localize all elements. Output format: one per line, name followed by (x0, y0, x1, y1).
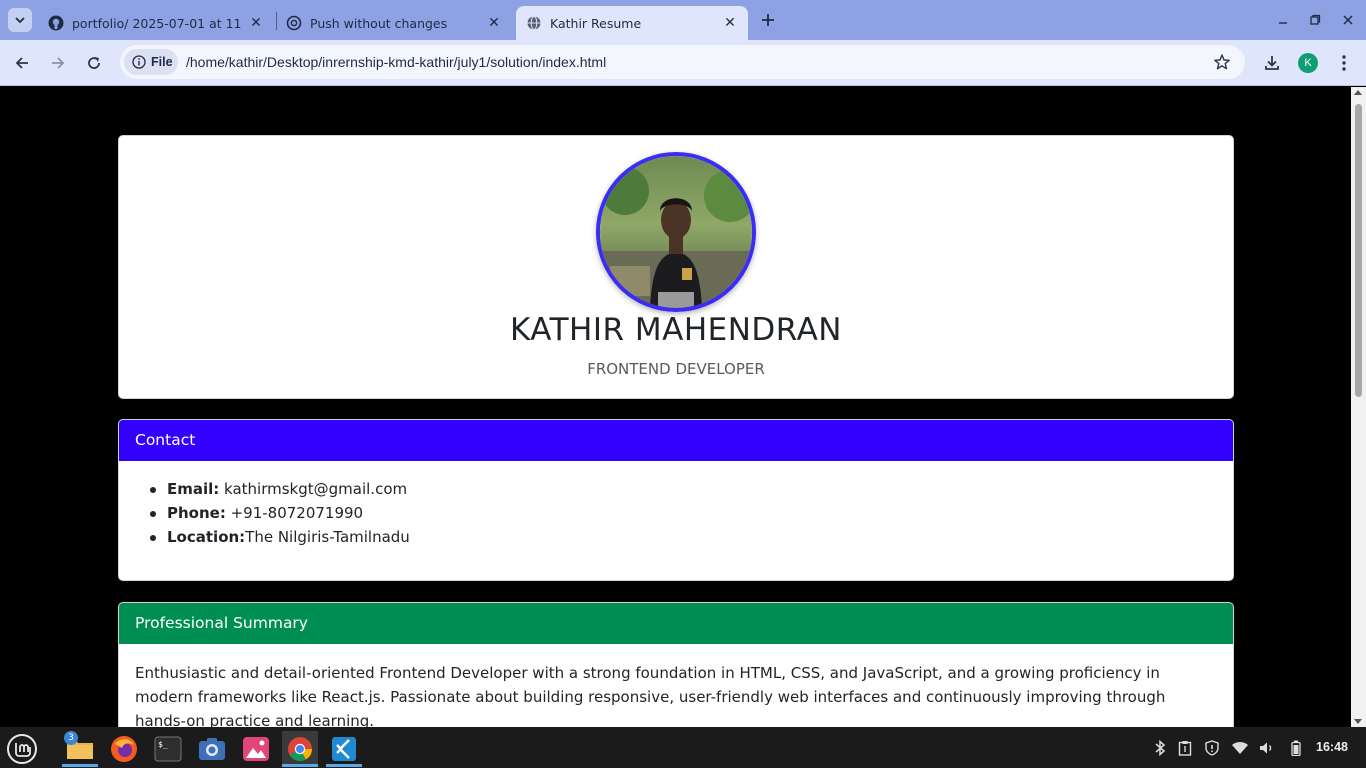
site-info-chip[interactable]: File (124, 49, 178, 75)
forward-button[interactable] (46, 51, 70, 75)
chevron-down-icon (15, 17, 25, 24)
tab-search-button[interactable] (8, 8, 32, 32)
github-icon (48, 15, 64, 31)
clipboard-icon[interactable] (1176, 739, 1194, 757)
summary-heading: Professional Summary (119, 603, 1233, 644)
summary-card: Professional Summary Enthusiastic and de… (118, 602, 1234, 727)
tab-title: portfolio/ 2025-07-01 at 11.3 (72, 15, 242, 31)
taskbar-firefox[interactable] (106, 731, 142, 767)
maximize-button[interactable] (1305, 10, 1325, 30)
camera-icon (199, 738, 225, 760)
shield-icon[interactable] (1203, 739, 1221, 757)
tab-kathir-resume[interactable]: Kathir Resume ✕ (516, 6, 748, 40)
address-bar[interactable]: File /home/kathir/Desktop/inrernship-kmd… (120, 45, 1245, 79)
site-info-label: File (151, 55, 173, 69)
taskbar-screenshot[interactable] (194, 731, 230, 767)
summary-text: Enthusiastic and detail-oriented Fronten… (135, 664, 1166, 727)
close-window-button[interactable] (1338, 10, 1358, 30)
page-scrollbar[interactable] (1351, 87, 1366, 727)
url-text[interactable]: /home/kathir/Desktop/inrernship-kmd-kath… (186, 54, 606, 70)
reload-icon (88, 57, 100, 69)
taskbar-image-viewer[interactable] (238, 731, 274, 767)
bluetooth-icon[interactable] (1151, 739, 1169, 757)
image-viewer-icon (243, 737, 269, 761)
globe-icon (526, 15, 542, 31)
contact-email: Email: kathirmskgt@gmail.com (150, 480, 1233, 504)
menu-button[interactable] (1332, 51, 1356, 75)
minimize-button[interactable] (1273, 10, 1293, 30)
chrome-icon (288, 737, 312, 762)
profile-photo (596, 152, 756, 312)
tab-push-without-changes[interactable]: Push without changes ✕ (276, 6, 512, 40)
new-tab-button[interactable] (758, 10, 778, 30)
back-button[interactable] (10, 51, 34, 75)
scroll-down-arrow-icon[interactable] (1354, 719, 1362, 724)
downloads-button[interactable] (1260, 51, 1284, 75)
terminal-icon: $_ (154, 736, 182, 762)
reload-button[interactable] (82, 51, 106, 75)
contact-phone: Phone: +91-8072071990 (150, 504, 1233, 528)
download-icon (1265, 56, 1279, 70)
taskbar-vscode[interactable] (326, 731, 362, 767)
taskbar: 3 $_ 16:48 (0, 727, 1366, 768)
arrow-left-icon (15, 57, 28, 69)
firefox-icon (111, 736, 137, 762)
svg-text:$_: $_ (158, 740, 168, 749)
close-icon[interactable]: ✕ (248, 15, 264, 31)
profile-avatar[interactable]: K (1298, 53, 1318, 73)
browser-tab-strip: portfolio/ 2025-07-01 at 11.3 ✕ Push wit… (0, 0, 1366, 40)
close-icon[interactable]: ✕ (486, 15, 502, 31)
contact-location: Location:The Nilgiris-Tamilnadu (150, 528, 1233, 552)
taskbar-files[interactable]: 3 (62, 731, 98, 767)
contact-label: Phone: (167, 504, 226, 522)
contact-value: +91-8072071990 (225, 504, 364, 522)
scrollbar-thumb[interactable] (1355, 104, 1362, 397)
contact-value: kathirmskgt@gmail.com (219, 480, 408, 498)
contact-label: Email: (167, 480, 220, 498)
contact-value: The Nilgiris-Tamilnadu (245, 528, 410, 546)
person-name: KATHIR MAHENDRAN (510, 312, 842, 348)
battery-icon[interactable] (1287, 739, 1305, 757)
restore-icon (1310, 14, 1321, 25)
tab-title: Kathir Resume (550, 15, 642, 31)
info-icon (132, 55, 146, 69)
minimize-icon (1279, 22, 1287, 24)
job-title: FRONTEND DEVELOPER (587, 360, 765, 378)
plus-icon (762, 14, 774, 26)
tab-title: Push without changes (310, 15, 448, 31)
taskbar-terminal[interactable]: $_ (150, 731, 186, 767)
bookmark-star-icon[interactable] (1213, 53, 1231, 71)
chatgpt-icon (286, 15, 302, 31)
files-badge: 3 (64, 731, 78, 745)
scroll-up-arrow-icon[interactable] (1354, 90, 1362, 95)
page-viewport: KATHIR MAHENDRAN FRONTEND DEVELOPER Cont… (0, 87, 1351, 727)
wifi-icon[interactable] (1231, 739, 1249, 757)
profile-header-card: KATHIR MAHENDRAN FRONTEND DEVELOPER (118, 135, 1234, 399)
contact-heading: Contact (119, 420, 1233, 461)
taskbar-chrome[interactable] (282, 731, 318, 767)
tab-portfolio[interactable]: portfolio/ 2025-07-01 at 11.3 ✕ (38, 6, 274, 40)
contact-label: Location: (167, 528, 246, 546)
contact-list: Email: kathirmskgt@gmail.com Phone: +91-… (119, 461, 1233, 552)
start-menu-button[interactable] (4, 731, 40, 767)
volume-icon[interactable] (1258, 739, 1276, 757)
mint-logo-icon (7, 734, 37, 764)
contact-card: Contact Email: kathirmskgt@gmail.com Pho… (118, 419, 1234, 581)
kebab-menu-icon (1342, 55, 1346, 71)
vscode-icon (332, 737, 356, 761)
close-icon (1343, 15, 1353, 25)
clock[interactable]: 16:48 (1316, 740, 1348, 754)
arrow-right-icon (52, 57, 65, 69)
browser-toolbar: File /home/kathir/Desktop/inrernship-kmd… (0, 40, 1366, 86)
close-icon[interactable]: ✕ (722, 15, 738, 31)
